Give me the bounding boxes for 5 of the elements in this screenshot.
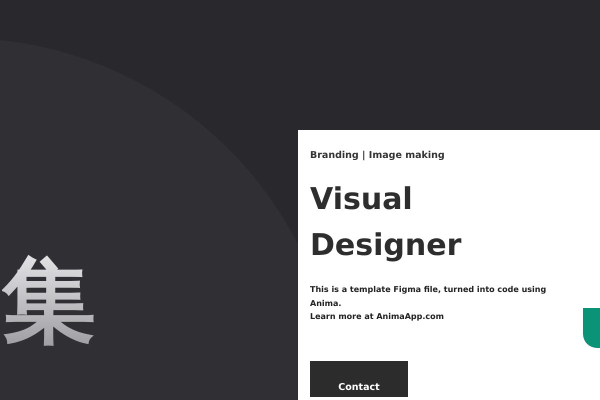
card-title: Visual Designer xyxy=(310,181,462,265)
contact-button[interactable]: Contact xyxy=(310,360,408,396)
category-label: Branding | Image making xyxy=(310,150,445,161)
accent-shape xyxy=(583,308,600,348)
card-description: This is a template Figma file, turned into code using Anima. Learn more at AnimaApp.com xyxy=(310,284,548,323)
